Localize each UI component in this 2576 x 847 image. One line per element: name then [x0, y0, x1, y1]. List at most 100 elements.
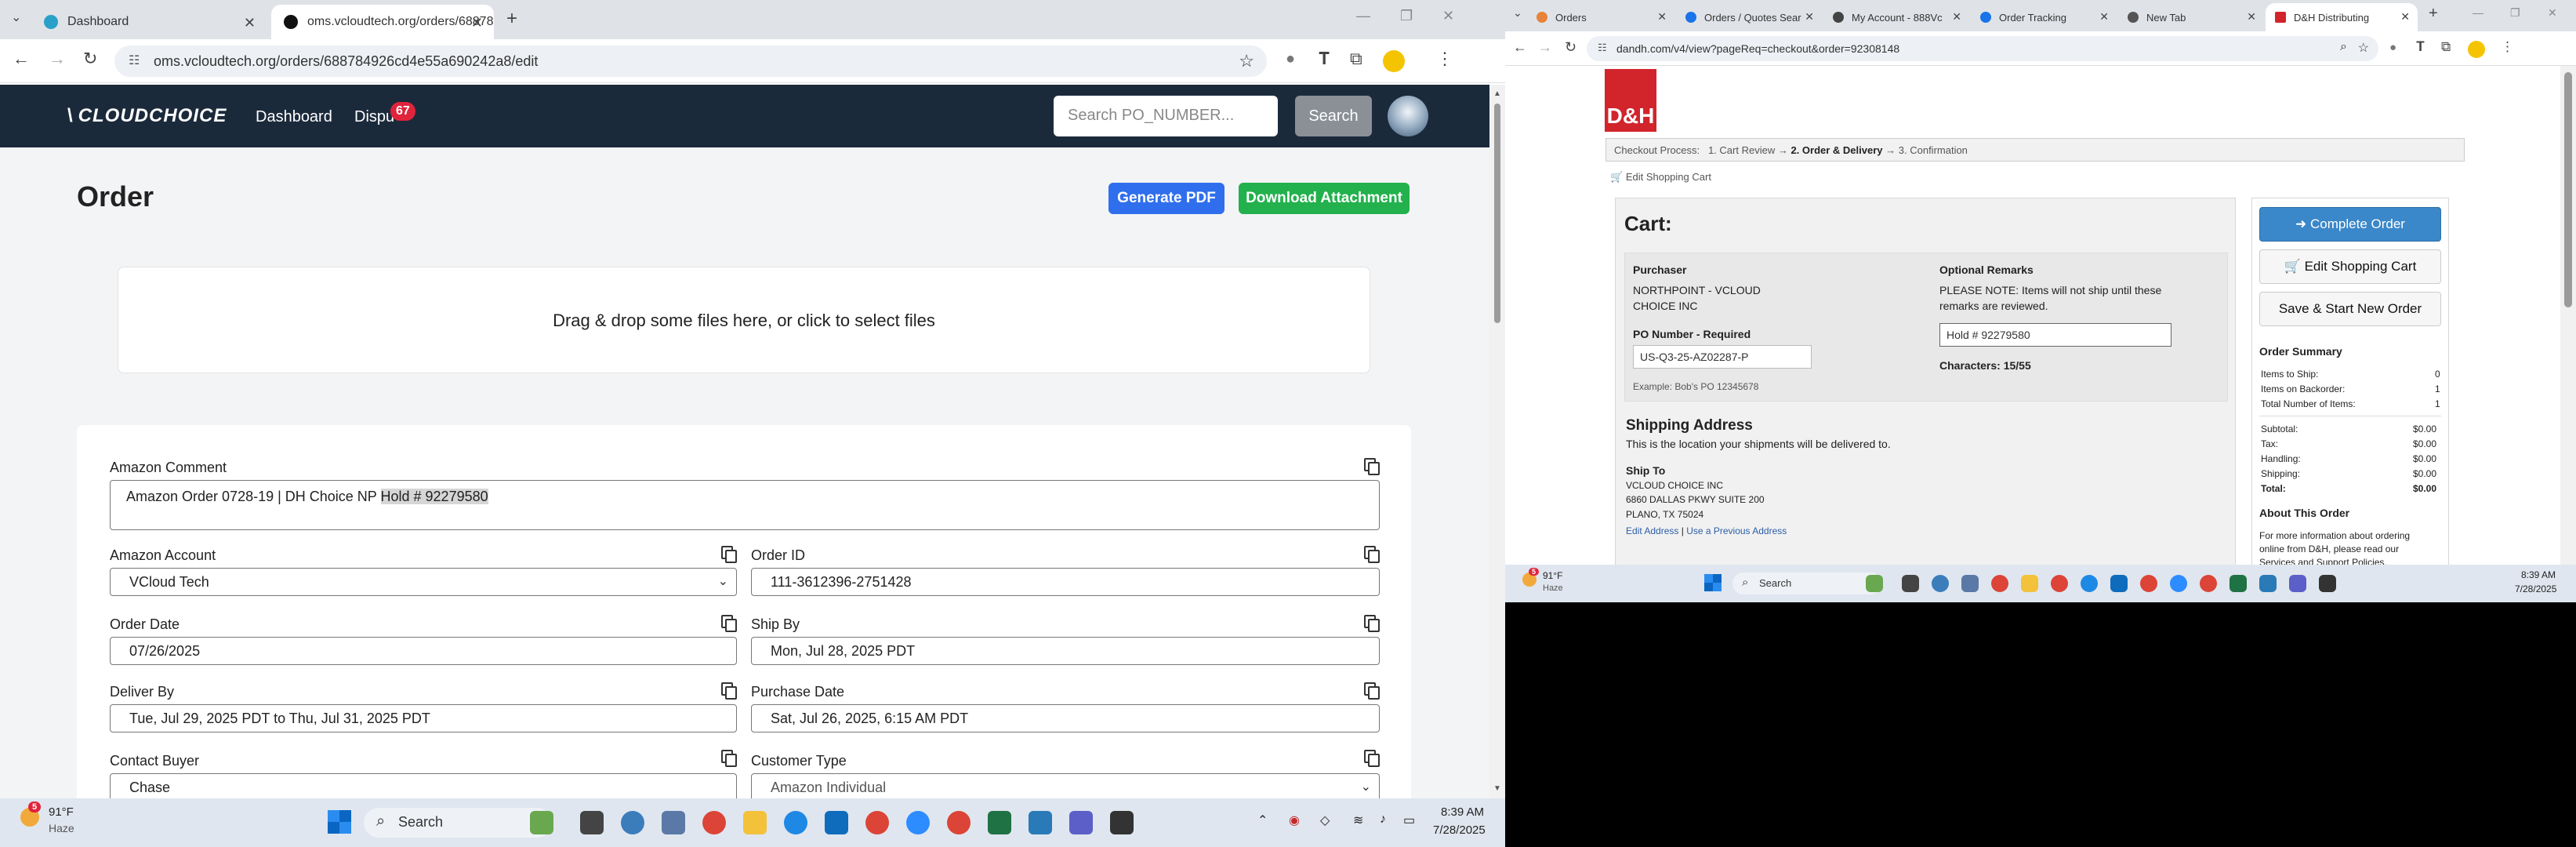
scrollbar-thumb[interactable] — [1494, 104, 1500, 323]
profile-icon[interactable] — [2468, 41, 2485, 58]
scroll-down-icon[interactable]: ▼ — [1493, 784, 1501, 793]
chrome-profile-icon[interactable] — [2051, 575, 2068, 592]
copy-icon[interactable] — [721, 750, 737, 767]
complete-order-button[interactable]: ➜ Complete Order — [2259, 207, 2441, 242]
volume-icon[interactable]: ♪ — [1380, 812, 1386, 827]
close-icon[interactable]: ✕ — [244, 15, 256, 31]
edge-browser-icon[interactable] — [2081, 575, 2098, 592]
windows-start-icon[interactable] — [1704, 574, 1722, 591]
contact-buyer-field[interactable]: Chase — [110, 773, 737, 798]
tab-search-icon[interactable]: ⌄ — [1513, 6, 1522, 20]
teams-icon[interactable] — [1069, 811, 1093, 834]
edit-address-link[interactable]: Edit Address — [1626, 525, 1678, 536]
teams-icon[interactable] — [2289, 575, 2306, 592]
nav-disputes-link[interactable]: Dispu — [354, 108, 394, 126]
scrollbar-thumb[interactable] — [2564, 72, 2572, 307]
edit-cart-link[interactable]: 🛒 Edit Shopping Cart — [1610, 171, 1711, 184]
menu-dots-icon[interactable]: ⋮ — [2501, 39, 2514, 55]
use-previous-address-link[interactable]: Use a Previous Address — [1686, 525, 1787, 536]
tab-orders[interactable]: Orders ✕ — [1527, 3, 1674, 31]
cloudchoice-logo[interactable]: \ CLOUDCHOICE — [67, 105, 227, 127]
chrome-icon[interactable] — [702, 811, 726, 834]
tab-my-account[interactable]: My Account - 888Vc ✕ — [1823, 3, 1969, 31]
photos-icon[interactable] — [2259, 575, 2277, 592]
site-info-icon[interactable]: ☷ — [129, 53, 140, 68]
minimize-icon[interactable]: — — [1356, 8, 1370, 24]
extension-icon[interactable]: ● — [2389, 41, 2396, 54]
tab-orders-quotes[interactable]: Orders / Quotes Sear ✕ — [1676, 3, 1822, 31]
chrome-alt-icon[interactable] — [947, 811, 971, 834]
new-tab-icon[interactable]: + — [2429, 5, 2438, 23]
tray-app-icon[interactable]: ◉ — [1289, 812, 1300, 828]
calculator-icon[interactable] — [662, 811, 685, 834]
tab-search-icon[interactable]: ⌄ — [11, 9, 21, 25]
copy-icon[interactable] — [1364, 615, 1380, 632]
amazon-comment-textarea[interactable]: Amazon Order 0728-19 | DH Choice NP Hold… — [110, 480, 1380, 530]
close-icon[interactable]: ✕ — [2247, 10, 2256, 24]
copy-icon[interactable] — [721, 615, 737, 632]
close-icon[interactable]: ✕ — [2099, 10, 2109, 24]
menu-dots-icon[interactable]: ⋮ — [1436, 49, 1453, 69]
tray-network-icon[interactable]: ◇ — [1320, 812, 1330, 828]
copy-icon[interactable] — [1364, 546, 1380, 563]
clock-date[interactable]: 7/28/2025 — [2515, 583, 2556, 594]
po-number-input[interactable]: US-Q3-25-AZ02287-P — [1633, 345, 1812, 369]
purchase-date-field[interactable]: Sat, Jul 26, 2025, 6:15 AM PDT — [751, 704, 1380, 732]
save-start-new-order-button[interactable]: Save & Start New Order — [2259, 292, 2441, 326]
reload-icon[interactable]: ↻ — [83, 49, 97, 69]
close-icon[interactable]: ✕ — [1657, 10, 1667, 24]
purchaser-name-line2[interactable]: CHOICE INC — [1633, 300, 1697, 312]
edge-icon[interactable] — [1932, 575, 1949, 592]
deliver-by-field[interactable]: Tue, Jul 29, 2025 PDT to Thu, Jul 31, 20… — [110, 704, 737, 732]
photos-icon[interactable] — [1029, 811, 1052, 834]
reading-mode-icon[interactable]: 𝐓 — [2416, 39, 2425, 55]
calculator-icon[interactable] — [1961, 575, 1979, 592]
forward-icon[interactable]: → — [1538, 39, 1552, 56]
close-icon[interactable]: ✕ — [471, 15, 483, 31]
sticky-notes-icon[interactable] — [2319, 575, 2336, 592]
window-close-icon[interactable]: ✕ — [1442, 8, 1454, 24]
remarks-input[interactable]: Hold # 92279580 — [1939, 323, 2171, 347]
minimize-icon[interactable]: — — [2473, 6, 2483, 19]
scroll-up-icon[interactable]: ▲ — [1493, 89, 1501, 98]
bookmark-star-icon[interactable]: ☆ — [1239, 51, 1254, 71]
extension-icon[interactable]: ● — [1286, 50, 1295, 68]
task-view-icon[interactable] — [580, 811, 604, 834]
edge-browser-icon[interactable] — [784, 811, 807, 834]
file-explorer-icon[interactable] — [743, 811, 767, 834]
download-attachment-button[interactable]: Download Attachment — [1239, 183, 1410, 214]
back-icon[interactable]: ← — [13, 49, 30, 69]
amazon-account-select[interactable]: VCloud Tech ⌄ — [110, 568, 737, 596]
file-explorer-icon[interactable] — [2021, 575, 2038, 592]
bookmark-star-icon[interactable]: ☆ — [2358, 40, 2369, 56]
copy-icon[interactable] — [721, 682, 737, 700]
zoom-icon[interactable] — [2170, 575, 2187, 592]
tray-chevron-up-icon[interactable]: ⌃ — [1257, 812, 1268, 828]
forward-icon[interactable]: → — [49, 49, 66, 69]
chrome-icon[interactable] — [1991, 575, 2008, 592]
chrome-alt-icon[interactable] — [2140, 575, 2157, 592]
file-dropzone[interactable]: Drag & drop some files here, or click to… — [118, 267, 1370, 373]
outlook-icon[interactable] — [825, 811, 848, 834]
battery-icon[interactable]: ▭ — [1403, 812, 1415, 828]
ship-by-field[interactable]: Mon, Jul 28, 2025 PDT — [751, 637, 1380, 665]
address-bar[interactable]: ☷ oms.vcloudtech.org/orders/688784926cd4… — [114, 45, 1267, 77]
new-tab-icon[interactable]: + — [506, 8, 517, 30]
profile-icon[interactable] — [1383, 50, 1405, 72]
site-info-icon[interactable]: ☷ — [1598, 42, 1607, 54]
copy-icon[interactable] — [1364, 750, 1380, 767]
address-bar[interactable]: ☷ dandh.com/v4/view?pageReq=checkout&ord… — [1587, 36, 2378, 61]
clock-date[interactable]: 7/28/2025 — [1433, 823, 1486, 837]
copy-icon[interactable] — [721, 546, 737, 563]
customer-type-select[interactable]: Amazon Individual ⌄ — [751, 773, 1380, 798]
extensions-puzzle-icon[interactable]: ⧉ — [1350, 49, 1362, 69]
user-avatar[interactable] — [1388, 96, 1428, 136]
tab-order-tracking[interactable]: Order Tracking ✕ — [1971, 3, 2117, 31]
chrome-extra-icon[interactable] — [2200, 575, 2217, 592]
back-icon[interactable]: ← — [1513, 39, 1527, 56]
close-icon[interactable]: ✕ — [1952, 10, 1961, 24]
window-close-icon[interactable]: ✕ — [2548, 6, 2557, 20]
order-id-field[interactable]: 111-3612396-2751428 — [751, 568, 1380, 596]
copy-icon[interactable] — [1364, 458, 1380, 475]
purchaser-name-line1[interactable]: NORTHPOINT - VCLOUD — [1633, 284, 1761, 296]
